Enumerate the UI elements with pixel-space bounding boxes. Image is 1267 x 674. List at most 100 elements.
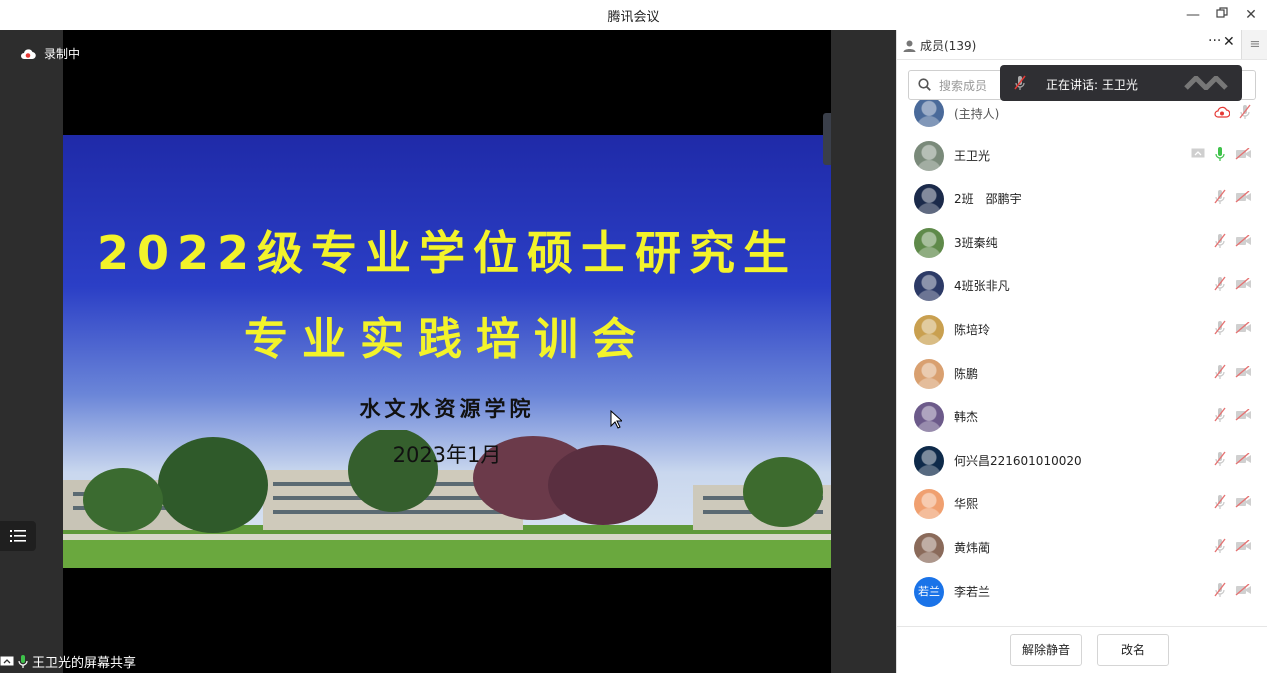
recording-indicator[interactable]: 录制中 <box>20 45 80 62</box>
member-name: 黄炜蔺 <box>954 541 991 555</box>
mic-muted-icon <box>1214 233 1226 248</box>
close-panel-button[interactable]: ✕ <box>1223 34 1235 50</box>
member-row[interactable]: 2班 邵鹏宇 <box>897 177 1267 220</box>
avatar <box>914 315 944 345</box>
slide-title-line1: 2022级专业学位硕士研究生 <box>96 226 798 280</box>
slide-title-line2: 专业实践培训会 <box>244 314 650 365</box>
avatar <box>914 402 944 433</box>
member-status <box>1213 189 1252 205</box>
side-panel-handle[interactable] <box>823 113 831 165</box>
camera-off-icon <box>1235 365 1251 378</box>
avatar <box>914 227 944 258</box>
avatar-text: 若兰 <box>918 584 940 598</box>
camera-off-icon <box>1235 322 1251 334</box>
member-row[interactable]: 3班秦纯 <box>897 221 1267 264</box>
person-icon <box>903 40 916 52</box>
member-name: 何兴昌221601010020 <box>954 453 1082 468</box>
member-name: 陈培玲 <box>954 323 991 337</box>
mouse-cursor-icon <box>610 410 622 429</box>
member-row[interactable]: 韩杰 <box>897 395 1267 438</box>
members-footer: 解除静音 改名 <box>897 626 1267 674</box>
mic-muted-icon <box>1014 75 1026 90</box>
more-options-button[interactable]: ··· <box>1208 33 1221 49</box>
mic-muted-icon <box>1214 538 1226 553</box>
cloud-record-icon <box>1214 106 1230 118</box>
mic-muted-icon <box>1214 364 1226 379</box>
member-status <box>1214 104 1252 120</box>
avatar <box>914 445 944 476</box>
panel-menu-button[interactable]: ≡ <box>1241 30 1267 59</box>
unmute-all-button[interactable]: 解除静音 <box>1010 634 1082 666</box>
camera-off-icon <box>1235 191 1251 203</box>
search-placeholder: 搜索成员 <box>939 79 988 93</box>
member-status <box>1213 494 1252 510</box>
camera-off-icon <box>1235 540 1251 552</box>
camera-off-icon <box>1235 278 1251 290</box>
camera-off-icon <box>1235 496 1251 508</box>
toolbar-toggle-button[interactable] <box>0 521 36 551</box>
minimize-button[interactable]: — <box>1182 4 1204 26</box>
members-panel: 成员(139) ··· ✕ ≡ 搜索成员 (主持人) 王卫光 2班 邵鹏宇 3班秦纯 4… <box>896 30 1267 674</box>
member-row[interactable]: 黄炜蔺 <box>897 526 1267 569</box>
avatar <box>914 533 944 563</box>
speaking-toast: 正在讲话: 王卫光 <box>1000 65 1242 101</box>
mic-muted-icon <box>1214 320 1226 335</box>
camera-off-icon <box>1235 409 1251 421</box>
avatar <box>914 271 944 302</box>
member-row[interactable]: 陈鹏 <box>897 352 1267 395</box>
avatar <box>914 184 944 215</box>
cloud-record-icon <box>21 48 36 59</box>
member-status <box>1213 582 1252 598</box>
member-status <box>1191 146 1252 162</box>
left-strip <box>0 30 63 673</box>
member-name: 4班张非凡 <box>954 279 1010 294</box>
mic-muted-icon <box>1214 189 1226 205</box>
screen-share-icon <box>1191 148 1205 158</box>
mic-active-icon <box>18 654 28 668</box>
member-name: 3班秦纯 <box>954 235 998 250</box>
presentation-slide: 2022级专业学位硕士研究生 专业实践培训会 水文水资源学院 2023年1月 <box>63 135 831 568</box>
avatar <box>914 140 944 171</box>
mic-muted-icon <box>1214 451 1226 466</box>
list-icon <box>10 530 26 542</box>
member-status <box>1213 276 1252 292</box>
member-row[interactable]: 王卫光 <box>897 134 1267 177</box>
member-row[interactable]: 4班张非凡 <box>897 264 1267 307</box>
member-name: 王卫光 <box>954 148 991 163</box>
member-name: 韩杰 <box>954 410 979 425</box>
member-row[interactable]: (主持人) <box>897 100 1267 133</box>
mic-muted-icon <box>1214 494 1226 510</box>
mic-muted-icon <box>1239 104 1251 119</box>
member-row[interactable]: 陈培玲 <box>897 308 1267 351</box>
members-panel-header: 成员(139) ··· ✕ ≡ <box>897 30 1267 60</box>
mic-muted-icon <box>1214 276 1226 292</box>
screen-share-label: 王卫光的屏幕共享 <box>0 652 136 671</box>
rename-button[interactable]: 改名 <box>1097 634 1169 666</box>
screen-share-icon <box>0 656 14 665</box>
avatar <box>914 100 944 127</box>
mic-muted-icon <box>1214 407 1226 423</box>
members-title: 成员(139) <box>920 39 977 53</box>
avatar: 若兰 <box>914 576 944 607</box>
member-name: 2班 邵鹏宇 <box>954 192 1022 207</box>
member-row[interactable]: 华熙 <box>897 482 1267 525</box>
close-window-button[interactable]: ✕ <box>1240 4 1262 26</box>
right-strip <box>831 30 896 673</box>
restore-button[interactable] <box>1211 4 1233 26</box>
member-status <box>1213 538 1252 554</box>
member-status <box>1213 320 1252 336</box>
camera-off-icon <box>1235 452 1251 465</box>
member-name: 华熙 <box>954 497 979 512</box>
recording-label: 录制中 <box>44 47 81 61</box>
camera-off-icon <box>1235 147 1251 160</box>
member-status <box>1213 233 1252 249</box>
camera-off-icon <box>1235 583 1251 596</box>
slide-org: 水文水资源学院 <box>359 396 535 421</box>
member-row[interactable]: 若兰 李若兰 <box>897 570 1267 613</box>
mic-muted-icon <box>1214 582 1226 597</box>
member-row[interactable]: 何兴昌221601010020 <box>897 439 1267 482</box>
avatar <box>914 358 944 389</box>
member-name: 陈鹏 <box>954 366 979 381</box>
member-list[interactable]: (主持人) 王卫光 2班 邵鹏宇 3班秦纯 4班张非凡陈培玲陈鹏韩杰何兴昌2216010… <box>897 100 1267 626</box>
title-bar: 腾讯会议 — ✕ <box>0 0 1267 30</box>
